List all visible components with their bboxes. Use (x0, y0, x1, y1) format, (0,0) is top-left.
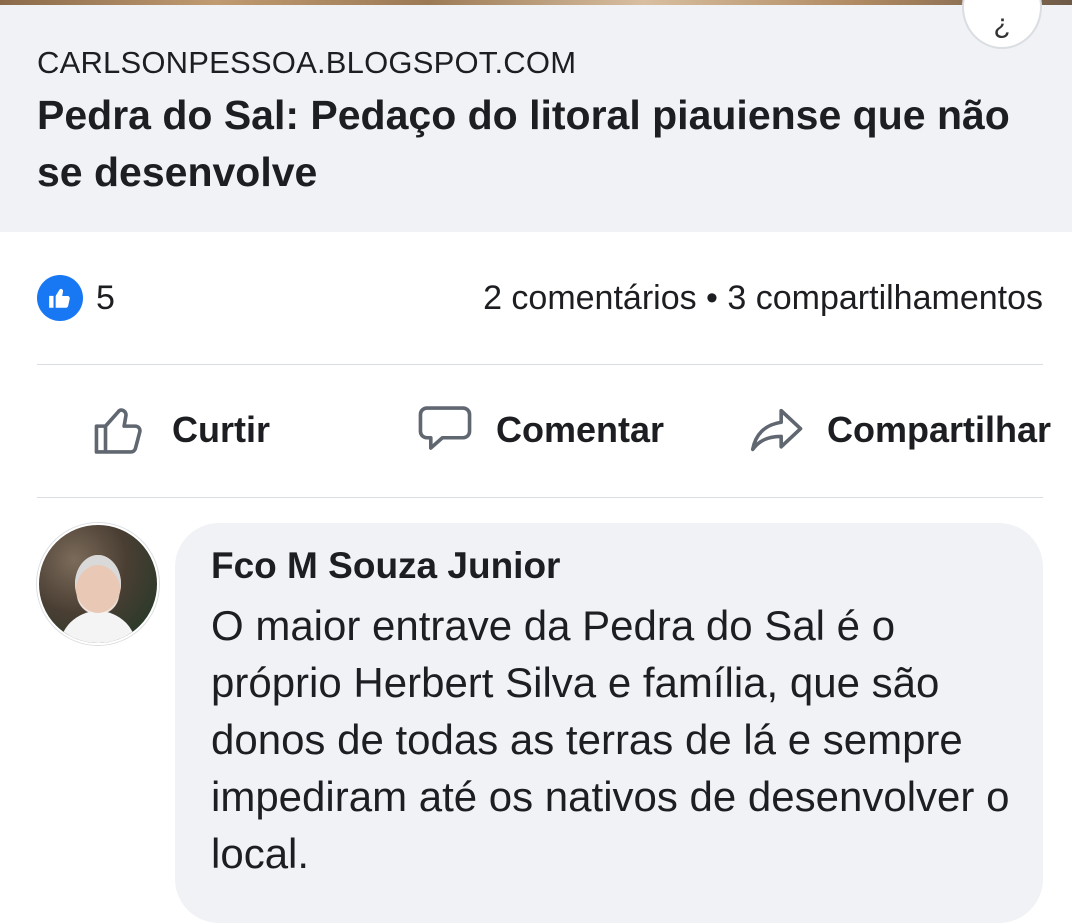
question-mark-icon: ¿ (993, 8, 1011, 39)
comment-button[interactable]: Comentar (414, 398, 664, 462)
link-preview-card[interactable]: CARLSONPESSOA.BLOGSPOT.COM Pedra do Sal:… (0, 0, 1072, 232)
thumbs-up-icon (49, 288, 70, 308)
like-reaction-icon[interactable] (37, 275, 83, 321)
engagement-stats[interactable]: 2 comentários • 3 compartilhamentos (483, 279, 1043, 318)
link-title[interactable]: Pedra do Sal: Pedaço do litoral piauiens… (37, 87, 1037, 201)
comment-bubble[interactable]: Fco M Souza Junior O maior entrave da Pe… (175, 523, 1043, 923)
avatar-shirt (59, 611, 137, 643)
avatar[interactable] (37, 523, 159, 645)
reaction-count[interactable]: 5 (96, 279, 115, 318)
comment-author[interactable]: Fco M Souza Junior (211, 545, 560, 587)
like-button[interactable]: Curtir (90, 398, 270, 462)
share-arrow-icon (750, 408, 803, 452)
share-button-label: Compartilhar (827, 409, 1052, 450)
avatar-face (75, 555, 121, 613)
help-button[interactable]: ¿ (962, 0, 1042, 49)
divider (37, 497, 1043, 498)
comment-text: O maior entrave da Pedra do Sal é o próp… (211, 602, 1010, 877)
speech-bubble-icon (418, 406, 472, 450)
comment-button-label: Comentar (496, 409, 665, 450)
share-button[interactable]: Compartilhar (745, 398, 1051, 462)
link-domain: CARLSONPESSOA.BLOGSPOT.COM (37, 45, 577, 80)
thumbs-up-outline-icon (94, 408, 142, 454)
divider (37, 364, 1043, 365)
like-button-label: Curtir (172, 409, 270, 450)
